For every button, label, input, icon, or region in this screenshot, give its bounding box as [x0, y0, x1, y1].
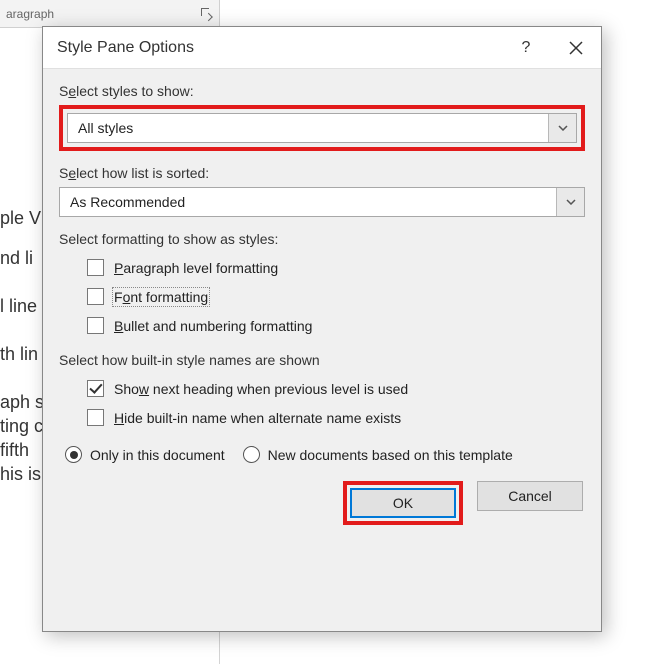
label-sort: Select how list is sorted: [59, 165, 585, 181]
label-styles-to-show: Select styles to show: [59, 83, 585, 99]
style-pane-options-dialog: Style Pane Options ? Select styles to sh… [42, 26, 602, 632]
checkbox-icon [87, 380, 104, 397]
check-show-next-heading[interactable]: Show next heading when previous level is… [59, 374, 585, 403]
doc-text: ple V [0, 208, 41, 229]
cancel-button[interactable]: Cancel [477, 481, 583, 511]
close-button[interactable] [551, 27, 601, 69]
ok-button-highlight: OK [343, 481, 463, 525]
check-bullet-formatting[interactable]: Bullet and numbering formatting [59, 311, 585, 340]
chevron-down-icon [566, 199, 576, 205]
checkbox-icon [87, 317, 104, 334]
check-label: Bullet and numbering formatting [114, 318, 312, 334]
check-label: Paragraph level formatting [114, 260, 278, 276]
doc-text: his is [0, 464, 41, 485]
button-label: OK [393, 495, 413, 511]
sort-combo[interactable]: As Recommended [59, 187, 585, 217]
label-builtin: Select how built-in style names are show… [59, 352, 585, 368]
checkbox-icon [87, 409, 104, 426]
ribbon-group-label: aragraph [6, 7, 54, 21]
combo-dropdown-button[interactable] [556, 188, 584, 216]
check-paragraph-formatting[interactable]: Paragraph level formatting [59, 253, 585, 282]
combo-dropdown-button[interactable] [548, 114, 576, 142]
check-label: Show next heading when previous level is… [114, 381, 408, 397]
doc-text: ting c [0, 416, 43, 437]
dialog-body: Select styles to show: All styles Select… [43, 69, 601, 631]
check-font-formatting[interactable]: Font formatting [59, 282, 585, 311]
dialog-titlebar: Style Pane Options ? [43, 27, 601, 69]
ribbon-paragraph-group: aragraph [0, 0, 220, 28]
doc-text: l line [0, 296, 37, 317]
ok-button[interactable]: OK [350, 488, 456, 518]
help-button[interactable]: ? [501, 27, 551, 69]
doc-text: th lin [0, 344, 38, 365]
styles-to-show-highlight: All styles [59, 105, 585, 151]
checkbox-icon [87, 288, 104, 305]
scope-radio-group: Only in this document New documents base… [59, 432, 585, 473]
styles-to-show-combo[interactable]: All styles [67, 113, 577, 143]
help-icon: ? [522, 39, 531, 57]
button-label: Cancel [508, 488, 552, 504]
dialog-title: Style Pane Options [57, 39, 501, 57]
radio-only-this-document[interactable]: Only in this document [65, 446, 225, 463]
dialog-buttons: OK Cancel [59, 473, 585, 529]
dialog-launcher-icon[interactable] [201, 8, 213, 20]
check-label: Hide built-in name when alternate name e… [114, 410, 401, 426]
checkbox-icon [87, 259, 104, 276]
chevron-down-icon [558, 125, 568, 131]
check-hide-builtin-name[interactable]: Hide built-in name when alternate name e… [59, 403, 585, 432]
radio-new-documents-template[interactable]: New documents based on this template [243, 446, 513, 463]
close-icon [569, 41, 583, 55]
check-label: Font formatting [114, 289, 208, 305]
radio-icon [243, 446, 260, 463]
combo-value: As Recommended [60, 194, 556, 210]
label-formatting: Select formatting to show as styles: [59, 231, 585, 247]
doc-text: aph s [0, 392, 44, 413]
radio-icon [65, 446, 82, 463]
combo-value: All styles [68, 120, 548, 136]
radio-label: New documents based on this template [268, 447, 513, 463]
sort-combo-wrap: As Recommended [59, 187, 585, 217]
doc-text: nd li [0, 248, 33, 269]
radio-label: Only in this document [90, 447, 225, 463]
doc-text: fifth [0, 440, 29, 461]
